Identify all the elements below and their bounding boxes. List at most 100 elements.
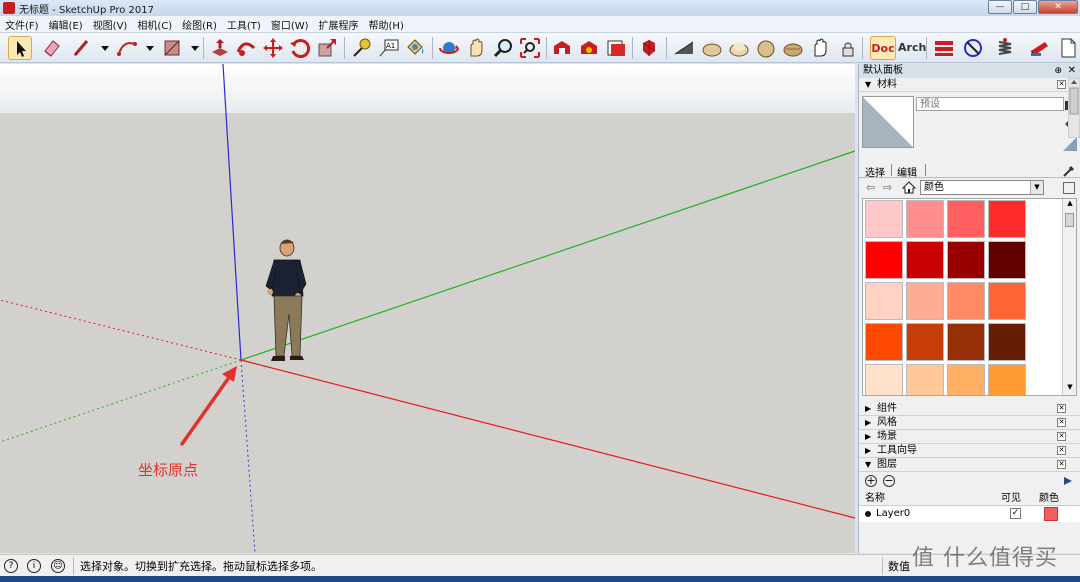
materials-section-header[interactable]: ▼ 材料 ✕ [859, 78, 1080, 92]
layout-icon[interactable] [604, 36, 628, 60]
menu-file[interactable]: 文件(F) [5, 17, 39, 32]
layer-visible-checkbox[interactable]: ✓ [1010, 508, 1021, 519]
spring-icon[interactable] [993, 36, 1017, 60]
scene-canvas[interactable] [0, 64, 855, 553]
lock-icon[interactable] [836, 36, 856, 60]
hand-icon[interactable] [808, 36, 832, 60]
zoom-extents-icon[interactable] [518, 36, 542, 60]
extension-warehouse-icon[interactable] [577, 36, 601, 60]
styles-section-header[interactable]: ▶ 风格 ✕ [859, 416, 1080, 430]
shaded-icon[interactable] [754, 36, 778, 60]
warehouse-icon[interactable] [550, 36, 574, 60]
home-icon[interactable] [901, 181, 917, 194]
components-section-header[interactable]: ▶ 组件 ✕ [859, 402, 1080, 416]
menu-camera[interactable]: 相机(C) [137, 17, 172, 32]
pin-icon[interactable]: ⊕ [1054, 64, 1062, 78]
layer-name[interactable]: Layer0 [876, 506, 910, 522]
scenes-section-header[interactable]: ▶ 场景 ✕ [859, 430, 1080, 444]
swatch-scrollbar[interactable]: ▲ ▼ [1062, 199, 1076, 395]
color-swatch[interactable] [865, 200, 903, 238]
eyedropper-icon[interactable] [1062, 164, 1076, 178]
follow-me-icon[interactable] [234, 36, 258, 60]
menu-window[interactable]: 窗口(W) [271, 17, 309, 32]
doc-button[interactable]: Doc [870, 36, 896, 60]
back-arrow-icon[interactable]: ⇦ [866, 181, 875, 194]
close-button[interactable]: ✕ [1038, 0, 1078, 14]
remove-layer-icon[interactable]: − [883, 475, 895, 487]
page-icon[interactable] [1056, 36, 1080, 60]
menu-extensions[interactable]: 扩展程序 [319, 17, 359, 32]
color-swatch[interactable] [947, 364, 985, 395]
menu-tools[interactable]: 工具(T) [227, 17, 261, 32]
details-icon[interactable] [1063, 182, 1075, 194]
minimize-button[interactable]: — [988, 0, 1012, 14]
layers-section-header[interactable]: ▼ 图层 ✕ [859, 458, 1080, 472]
help-icon[interactable]: ? [4, 559, 18, 573]
color-swatch[interactable] [947, 241, 985, 279]
color-swatch[interactable] [947, 200, 985, 238]
line-tool-icon[interactable] [70, 36, 94, 60]
arc-tool-icon[interactable] [115, 36, 139, 60]
xray-icon[interactable] [672, 36, 696, 60]
xray-circle-icon[interactable] [961, 36, 985, 60]
color-swatch[interactable] [906, 241, 944, 279]
styles-close-icon[interactable]: ✕ [1057, 418, 1066, 427]
color-swatch[interactable] [865, 323, 903, 361]
color-swatch[interactable] [865, 364, 903, 395]
tape-measure-icon[interactable] [350, 36, 374, 60]
menu-view[interactable]: 视图(V) [93, 17, 128, 32]
color-swatch[interactable] [906, 282, 944, 320]
layer-color-swatch[interactable] [1044, 507, 1058, 521]
library-select[interactable]: 颜色 ▼ [920, 180, 1044, 195]
color-swatch[interactable] [906, 364, 944, 395]
color-swatch[interactable] [947, 323, 985, 361]
layers-close-icon[interactable]: ✕ [1057, 460, 1066, 469]
tab-select[interactable]: 选择 [865, 164, 885, 179]
color-swatch[interactable] [988, 364, 1026, 395]
tab-edit[interactable]: 编辑 [897, 164, 917, 179]
push-pull-icon[interactable] [208, 36, 232, 60]
components-close-icon[interactable]: ✕ [1057, 404, 1066, 413]
select-tool-icon[interactable] [8, 36, 32, 60]
forward-arrow-icon[interactable]: ⇨ [883, 181, 892, 194]
hidden-line-icon[interactable] [727, 36, 751, 60]
info-icon[interactable]: i [27, 559, 41, 573]
eraser-tool-icon[interactable] [40, 36, 64, 60]
scenes-close-icon[interactable]: ✕ [1057, 432, 1066, 441]
orbit-icon[interactable] [437, 36, 461, 60]
color-swatch[interactable] [988, 282, 1026, 320]
paint-bucket-icon[interactable] [403, 36, 427, 60]
scale-icon[interactable] [315, 36, 339, 60]
tray-close-icon[interactable]: ✕ [1068, 64, 1076, 78]
material-name-input[interactable] [916, 97, 1064, 111]
color-swatch[interactable] [865, 241, 903, 279]
color-swatch[interactable] [906, 200, 944, 238]
menu-help[interactable]: 帮助(H) [369, 17, 404, 32]
arch-button[interactable]: Arch [898, 36, 926, 60]
add-layer-icon[interactable]: + [865, 475, 877, 487]
layer-row[interactable]: Layer0 ✓ [859, 506, 1080, 522]
column-visible[interactable]: 可见 [1001, 492, 1021, 506]
zoom-icon[interactable] [491, 36, 515, 60]
column-name[interactable]: 名称 [865, 492, 885, 506]
menu-draw[interactable]: 绘图(R) [182, 17, 217, 32]
instructor-section-header[interactable]: ▶ 工具向导 ✕ [859, 444, 1080, 458]
layer-details-icon[interactable] [1062, 475, 1074, 487]
color-swatch[interactable] [906, 323, 944, 361]
line-dropdown-icon[interactable] [93, 36, 109, 60]
scroll-thumb[interactable] [1065, 213, 1074, 227]
arc-dropdown-icon[interactable] [138, 36, 154, 60]
color-swatch[interactable] [947, 282, 985, 320]
materials-close-icon[interactable]: ✕ [1057, 80, 1066, 89]
model-viewport[interactable]: 坐标原点 [0, 64, 855, 553]
pan-icon[interactable] [464, 36, 488, 60]
maximize-button[interactable]: □ [1013, 0, 1037, 14]
menu-edit[interactable]: 编辑(E) [49, 17, 83, 32]
default-material-icon[interactable] [1062, 136, 1078, 152]
textured-icon[interactable] [781, 36, 805, 60]
tray-scrollbar[interactable] [1067, 77, 1080, 139]
chevron-down-icon[interactable]: ▼ [1030, 181, 1043, 194]
rectangle-dropdown-icon[interactable] [183, 36, 199, 60]
scroll-down-icon[interactable]: ▼ [1063, 383, 1076, 395]
section-icon[interactable] [932, 36, 956, 60]
